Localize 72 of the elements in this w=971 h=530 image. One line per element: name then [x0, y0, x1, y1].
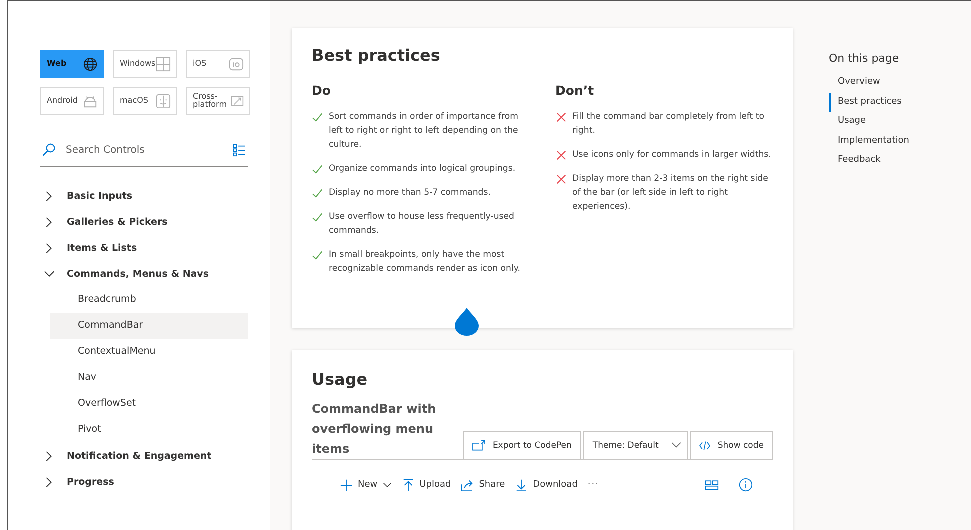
info-icon[interactable]	[739, 478, 753, 492]
guideline-text: Display more than 2-3 items on the right side of the bar (or left side in left to right experiences).	[572, 173, 770, 214]
theme-dropdown[interactable]: Theme: Default	[582, 431, 688, 459]
nav-group[interactable]: Items & Lists	[67, 242, 138, 254]
toc-link[interactable]: Implementation	[829, 132, 951, 151]
cross-icon	[556, 112, 566, 123]
platform-button[interactable]: Android	[40, 87, 104, 115]
nav-item[interactable]: ContextualMenu	[50, 339, 248, 365]
overflow-button[interactable]: ···	[584, 480, 603, 490]
share-icon	[461, 478, 474, 492]
layout-icon[interactable]	[705, 480, 719, 490]
column-heading: Don’t	[556, 83, 596, 98]
cross-icon	[556, 150, 566, 161]
guideline-text: Fill the command bar completely from left to right.	[572, 111, 766, 138]
platform-button[interactable]: Cross-platform	[186, 87, 250, 115]
nav-group[interactable]: Commands, Menus & Navs	[67, 268, 210, 280]
toc-link[interactable]: Usage	[829, 112, 951, 132]
cross-platform-icon	[231, 94, 244, 108]
platform-button[interactable]: macOS	[113, 87, 177, 115]
drop-icon	[455, 308, 479, 336]
guideline-text: Organize commands into logical groupings.	[329, 163, 516, 176]
download-icon	[515, 478, 528, 492]
section-title: Best practices	[312, 46, 442, 65]
nav-item[interactable]: Nav	[50, 365, 248, 391]
guideline-text: Display no more than 5-7 commands.	[329, 187, 491, 200]
platform-button[interactable]: iOS	[186, 50, 250, 78]
ios-icon	[229, 56, 244, 72]
export-button[interactable]: Export to CodePen	[462, 431, 581, 459]
platform-button[interactable]: Web	[40, 50, 104, 78]
check-icon	[312, 164, 323, 175]
guideline-text: Use overflow to house less frequently-used commands.	[329, 211, 516, 238]
nav-item[interactable]: Pivot	[50, 417, 248, 443]
check-icon	[312, 188, 323, 199]
search-icon	[42, 143, 56, 157]
command-button[interactable]: New	[337, 478, 395, 492]
guideline-text: In small breakpoints, only have the most recognizable commands render as icon only.	[329, 249, 522, 276]
search-field[interactable]: Search Controls	[64, 144, 225, 156]
nav-group[interactable]: Galleries & Pickers	[67, 216, 168, 228]
nav-group[interactable]: Notification & Engagement	[67, 450, 212, 462]
guideline-text: Use icons only for commands in larger widths.	[572, 149, 772, 162]
toc-title: On this page	[829, 52, 900, 65]
check-icon	[312, 112, 323, 123]
nav-item[interactable]: Breadcrumb	[50, 287, 248, 313]
nav-item[interactable]: OverflowSet	[50, 391, 248, 417]
command-button[interactable]: Upload	[398, 478, 454, 492]
check-icon	[312, 212, 323, 223]
chevron-down-icon	[670, 442, 682, 449]
windows-icon	[156, 56, 171, 72]
check-icon	[312, 250, 323, 261]
filter-list-icon[interactable]	[233, 144, 246, 156]
section-title: Usage	[312, 370, 369, 389]
command-button[interactable]: Share	[458, 478, 508, 492]
toc-link[interactable]: Overview	[829, 73, 951, 92]
cross-icon	[556, 174, 566, 185]
toc-link[interactable]: Feedback	[829, 151, 951, 170]
toc-link[interactable]: Best practices	[829, 92, 951, 112]
nav-group[interactable]: Basic Inputs	[67, 190, 133, 202]
plus-icon	[340, 478, 353, 492]
example-title: CommandBar with overflowing menu items	[312, 401, 438, 458]
globe-icon	[83, 56, 98, 72]
command-button[interactable]: Download	[512, 478, 581, 492]
nav-item[interactable]: CommandBar	[50, 313, 248, 339]
column-heading: Do	[312, 83, 332, 98]
upload-icon	[402, 478, 415, 492]
code-icon	[698, 440, 711, 450]
finder-icon	[156, 94, 171, 108]
nav-group[interactable]: Progress	[67, 476, 114, 488]
android-icon	[83, 94, 98, 108]
guideline-text: Sort commands in order of importance from left to right or right to left depending on the culture.	[329, 111, 520, 152]
export-icon	[472, 440, 486, 452]
show-code-button[interactable]: Show code	[690, 431, 773, 459]
platform-button[interactable]: Windows	[113, 50, 177, 78]
